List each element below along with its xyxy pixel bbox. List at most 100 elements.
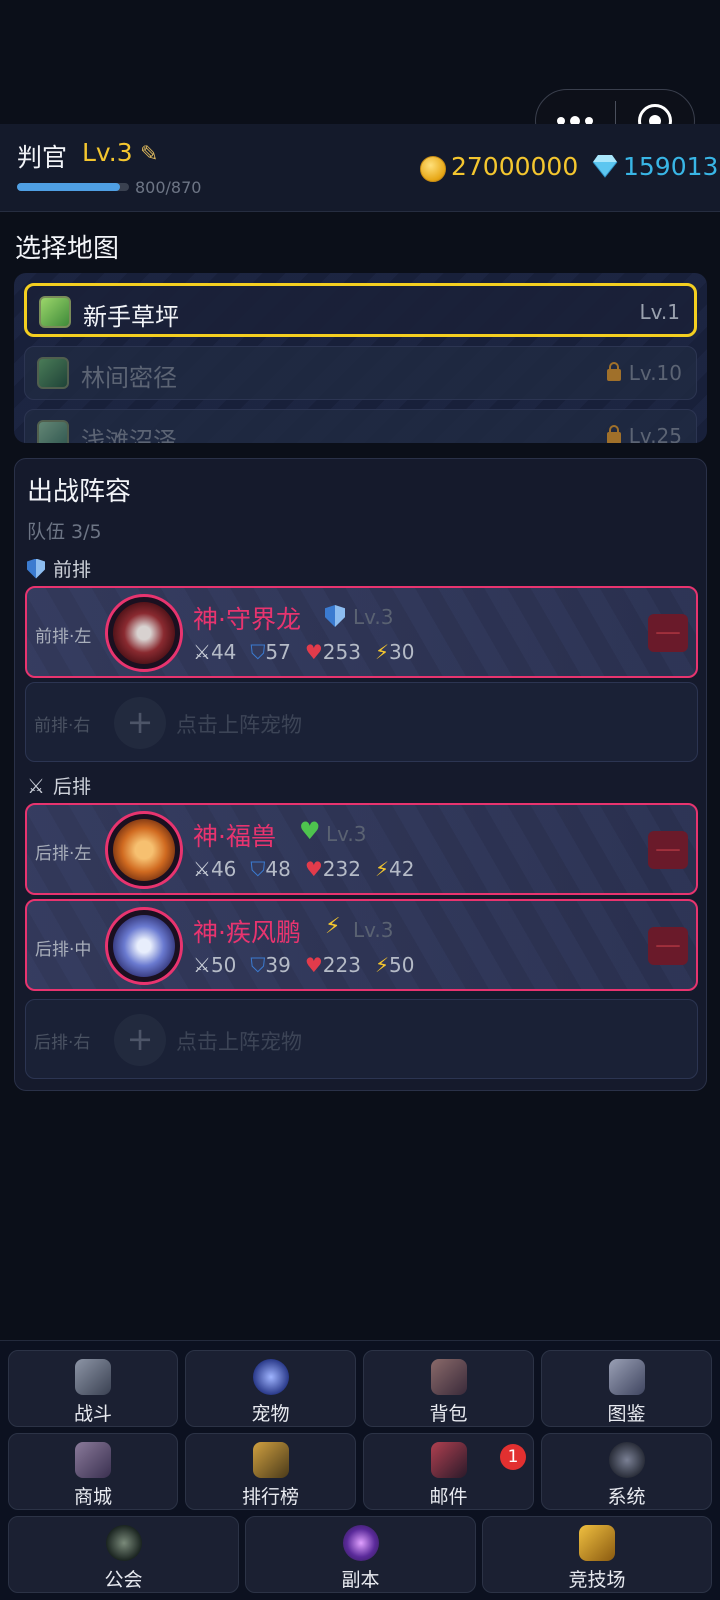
map-list[interactable]: 新手草坪 Lv.1 林间密径 Lv.10 浅滩沼泽 Lv.25 <box>14 273 707 443</box>
remove-pet-button[interactable]: — <box>648 614 688 652</box>
shield-icon: ⛉ <box>250 953 266 977</box>
empty-slot-hint: 点击上阵宠物 <box>176 1030 302 1054</box>
map-item-forest-path[interactable]: 林间密径 Lv.10 <box>24 346 697 400</box>
pet-avatar <box>105 594 183 672</box>
pet-level: Lv.3 <box>353 605 394 629</box>
team-count: 队伍 3/5 <box>27 521 102 543</box>
shield-icon: ⛉ <box>250 640 266 664</box>
nav-codex[interactable]: 图鉴 <box>541 1350 712 1427</box>
back-row-label: ⚔ 后排 <box>27 773 91 799</box>
swords-icon: ⚔ <box>27 773 45 798</box>
shield-icon <box>325 605 345 632</box>
swords-icon <box>75 1359 111 1395</box>
pet-name: 神·福兽 <box>193 822 276 851</box>
map-name: 浅滩沼泽 <box>81 427 177 443</box>
slot-position: 前排·左 <box>35 627 92 647</box>
shield-icon <box>27 558 45 579</box>
heart-icon: ♥ <box>299 817 321 845</box>
remove-pet-button[interactable]: — <box>648 831 688 869</box>
slot-position: 前排·右 <box>34 716 91 736</box>
team-slot-back-left[interactable]: 后排·左 神·福兽 ♥ Lv.3 ⚔46 ⛉48 ♥232 ⚡42 — <box>25 803 698 895</box>
map-thumbnail-icon <box>37 420 69 443</box>
edit-name-icon[interactable]: ✎ <box>140 142 158 167</box>
gem-amount: 159013 <box>623 152 719 181</box>
lightning-icon: ⚡ <box>325 914 341 939</box>
slot-position: 后排·左 <box>35 844 92 864</box>
arena-shield-icon <box>579 1525 615 1561</box>
team-lineup-panel: 出战阵容 队伍 3/5 前排 前排·左 神·守界龙 Lv.3 ⚔44 ⛉57 ♥… <box>14 458 707 1091</box>
shield-icon: ⛉ <box>250 857 266 881</box>
stat-speed: ⚡50 <box>374 953 415 977</box>
nav-pets[interactable]: 宠物 <box>185 1350 356 1427</box>
lightning-icon: ⚡ <box>374 857 390 881</box>
pet-orb-icon <box>252 1359 289 1395</box>
swords-icon: ⚔ <box>193 953 211 977</box>
pet-stats: ⚔46 ⛉48 ♥232 ⚡42 <box>193 857 414 881</box>
stat-defense: ⛉39 <box>250 953 291 977</box>
xp-text: 800/870 <box>135 178 202 197</box>
nav-shop[interactable]: 商城 <box>8 1433 178 1510</box>
backpack-icon <box>430 1359 467 1395</box>
trophy-icon <box>252 1442 289 1478</box>
team-slot-front-right[interactable]: 前排·右 + 点击上阵宠物 <box>25 682 698 762</box>
stat-defense: ⛉57 <box>250 640 291 664</box>
mail-icon <box>430 1442 467 1478</box>
nav-guild[interactable]: 公会 <box>8 1516 239 1593</box>
team-slot-back-right[interactable]: 后排·右 + 点击上阵宠物 <box>25 999 698 1079</box>
front-row-label: 前排 <box>27 555 91 582</box>
xp-bar-fill <box>17 183 120 191</box>
map-level-locked: Lv.10 <box>606 361 682 385</box>
nav-dungeon[interactable]: 副本 <box>245 1516 476 1593</box>
nav-backpack[interactable]: 背包 <box>363 1350 534 1427</box>
stat-defense: ⛉48 <box>250 857 291 881</box>
stat-speed: ⚡30 <box>374 640 415 664</box>
swords-icon: ⚔ <box>193 640 211 664</box>
map-item-shallow-swamp[interactable]: 浅滩沼泽 Lv.25 <box>24 409 697 443</box>
stat-attack: ⚔44 <box>193 640 237 664</box>
map-thumbnail-icon <box>39 296 71 328</box>
add-pet-icon[interactable]: + <box>114 1014 166 1066</box>
player-name: 判官 <box>17 143 68 172</box>
team-title: 出战阵容 <box>27 477 132 507</box>
player-header: 判官 Lv.3 ✎ 800/870 27000000 159013 <box>0 124 720 212</box>
pet-level: Lv.3 <box>353 918 394 942</box>
shop-chest-icon <box>75 1442 111 1478</box>
gold-coin-icon <box>420 156 446 182</box>
map-level: Lv.1 <box>639 300 680 324</box>
nav-battle[interactable]: 战斗 <box>8 1350 178 1427</box>
diamond-icon <box>592 155 618 178</box>
gear-icon <box>608 1442 645 1478</box>
pet-avatar <box>105 811 183 889</box>
gold-amount: 27000000 <box>451 152 579 181</box>
remove-pet-button[interactable]: — <box>648 927 688 965</box>
heart-icon: ♥ <box>304 953 323 977</box>
map-name: 林间密径 <box>81 364 177 392</box>
stat-hp: ♥253 <box>304 640 361 664</box>
lightning-icon: ⚡ <box>374 640 390 664</box>
slot-position: 后排·中 <box>35 940 92 960</box>
heart-icon: ♥ <box>304 857 323 881</box>
map-name: 新手草坪 <box>83 303 179 331</box>
stat-attack: ⚔46 <box>193 857 237 881</box>
codex-icon <box>608 1359 645 1395</box>
heart-icon: ♥ <box>304 640 323 664</box>
nav-ranking[interactable]: 排行榜 <box>185 1433 356 1510</box>
map-item-newbie-lawn[interactable]: 新手草坪 Lv.1 <box>24 283 697 337</box>
lock-icon <box>606 425 621 443</box>
map-thumbnail-icon <box>37 357 69 389</box>
pet-stats: ⚔50 ⛉39 ♥223 ⚡50 <box>193 953 414 977</box>
team-slot-back-middle[interactable]: 后排·中 神·疾风鹏 ⚡ Lv.3 ⚔50 ⛉39 ♥223 ⚡50 — <box>25 899 698 991</box>
bottom-nav: 战斗 宠物 背包 图鉴 商城 排行榜 邮件 1 系统 公会 副本 竞技场 <box>0 1340 720 1600</box>
mail-badge: 1 <box>500 1444 526 1470</box>
map-section-title: 选择地图 <box>15 234 120 264</box>
nav-mail[interactable]: 邮件 1 <box>363 1433 534 1510</box>
nav-arena[interactable]: 竞技场 <box>482 1516 712 1593</box>
portal-icon <box>342 1525 379 1561</box>
stat-speed: ⚡42 <box>374 857 415 881</box>
pet-stats: ⚔44 ⛉57 ♥253 ⚡30 <box>193 640 414 664</box>
team-slot-front-left[interactable]: 前排·左 神·守界龙 Lv.3 ⚔44 ⛉57 ♥253 ⚡30 — <box>25 586 698 678</box>
xp-bar <box>17 183 129 191</box>
pet-name: 神·守界龙 <box>193 605 301 634</box>
add-pet-icon[interactable]: + <box>114 697 166 749</box>
nav-system[interactable]: 系统 <box>541 1433 712 1510</box>
